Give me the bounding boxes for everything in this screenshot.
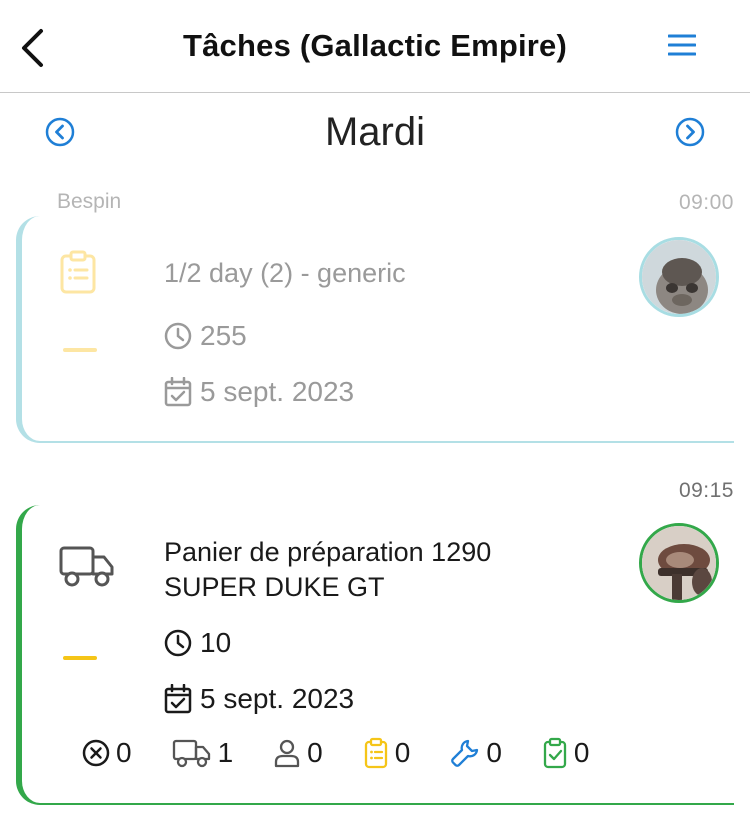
- chevron-right-circle-icon: [675, 117, 705, 147]
- menu-button[interactable]: [666, 30, 698, 60]
- avatar[interactable]: [639, 237, 719, 317]
- counter-value: 0: [307, 737, 323, 768]
- task-title: 1/2 day (2) - generic: [164, 258, 406, 288]
- counter-value: 0: [116, 737, 132, 768]
- truck-icon: [59, 546, 114, 587]
- priority-indicator: [63, 348, 97, 352]
- task-title-line: Panier de préparation 1290: [164, 537, 492, 567]
- priority-indicator: [63, 656, 97, 660]
- task-card[interactable]: Panier de préparation 1290 SUPER DUKE GT…: [16, 505, 734, 805]
- top-bar: Tâches (Gallactic Empire): [0, 0, 750, 93]
- date-value: 5 sept. 2023: [200, 683, 355, 714]
- x-circle-icon: [82, 739, 110, 767]
- task-date: 5 sept. 2023: [164, 376, 354, 408]
- task-duration: 255: [164, 320, 247, 352]
- counter-repair: 0: [450, 737, 502, 769]
- counter-value: 0: [486, 737, 502, 768]
- counter-user: 0: [273, 737, 323, 769]
- task-time: 09:00: [678, 191, 734, 214]
- clock-icon: [164, 322, 192, 350]
- day-navigator: Mardi: [0, 100, 750, 166]
- counter-cancelled: 0: [82, 737, 132, 769]
- group-label: Bespin: [57, 190, 122, 213]
- duration-value: 255: [200, 320, 247, 351]
- clipboard-check-icon: [543, 737, 567, 769]
- counter-value: 1: [217, 737, 234, 768]
- calendar-check-icon: [164, 377, 192, 407]
- task-card[interactable]: 1/2 day (2) - generic 255 5 sept. 2023: [16, 216, 734, 443]
- user-icon: [275, 739, 300, 768]
- wrench-icon: [451, 739, 479, 767]
- avatar-image: [642, 240, 716, 314]
- clipboard-icon: [60, 250, 96, 294]
- duration-value: 10: [200, 627, 232, 658]
- date-value: 5 sept. 2023: [200, 376, 355, 407]
- counter-value: 0: [573, 737, 590, 768]
- avatar-image: [642, 526, 716, 600]
- next-day-button[interactable]: [675, 117, 705, 152]
- task-time: 09:15: [678, 479, 734, 502]
- page-title: Tâches (Gallactic Empire): [182, 28, 568, 63]
- task-counters: 0 1 0 0 0 0: [82, 737, 629, 769]
- counter-delivery: 1: [172, 737, 234, 769]
- task-date: 5 sept. 2023: [164, 683, 354, 715]
- counter-done: 0: [542, 737, 590, 769]
- counter-value: 0: [394, 737, 411, 768]
- truck-icon: [172, 739, 210, 768]
- task-title-line: SUPER DUKE GT: [164, 572, 385, 602]
- hamburger-menu-icon: [668, 34, 696, 56]
- clock-icon: [164, 629, 192, 657]
- avatar[interactable]: [639, 523, 719, 603]
- calendar-check-icon: [164, 684, 192, 714]
- counter-todo: 0: [363, 737, 411, 769]
- task-title: Panier de préparation 1290 SUPER DUKE GT: [164, 535, 491, 605]
- clipboard-icon: [364, 737, 387, 769]
- day-title: Mardi: [324, 110, 426, 154]
- task-duration: 10: [164, 627, 231, 659]
